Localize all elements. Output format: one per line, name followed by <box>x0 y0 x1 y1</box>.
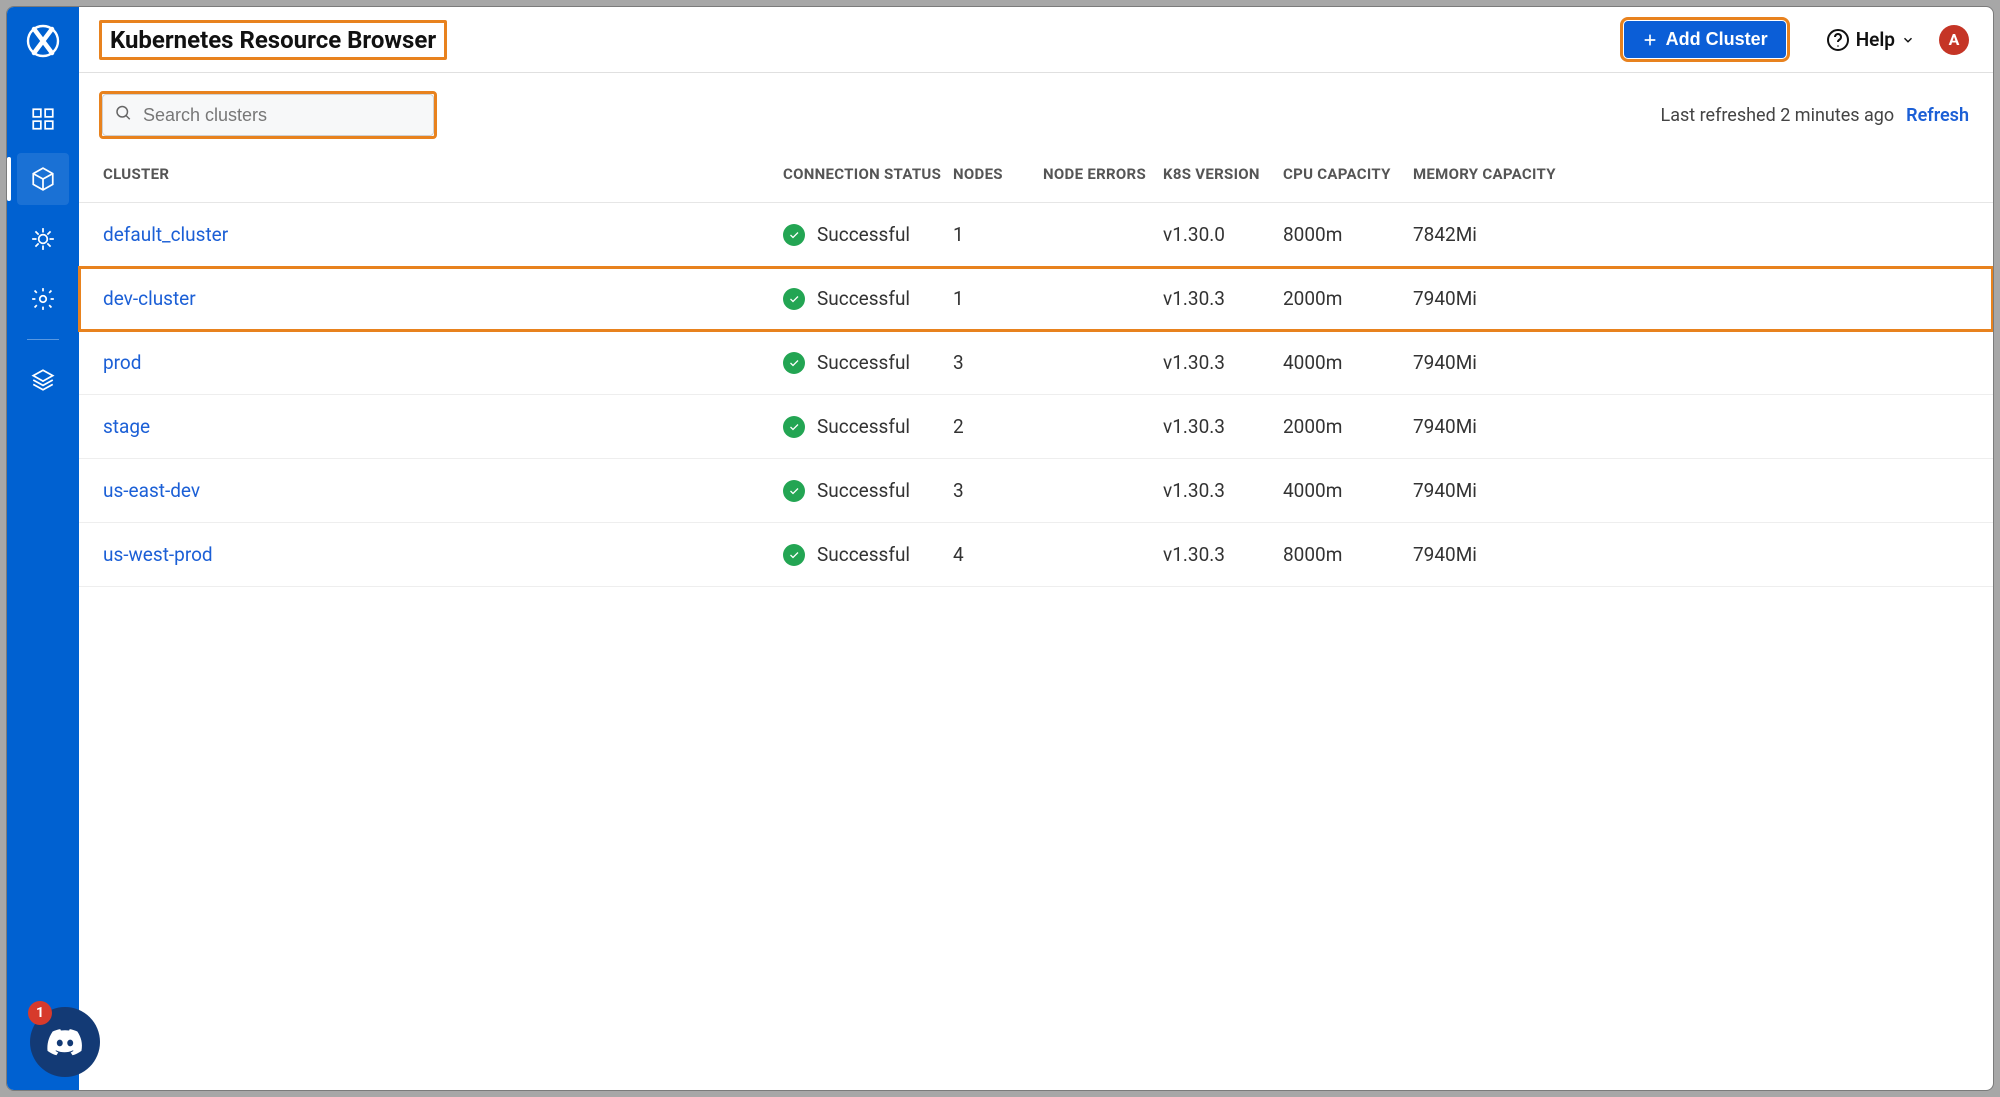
helm-icon <box>30 226 56 252</box>
status-cell: Successful <box>783 351 953 374</box>
notification-badge: 1 <box>28 1001 52 1025</box>
table-row: stage Successful 2 v1.30.3 2000m 7940Mi <box>79 395 1993 459</box>
cell-k8s-version: v1.30.3 <box>1163 415 1283 438</box>
cell-cpu-capacity: 8000m <box>1283 543 1413 566</box>
cell-memory-capacity: 7940Mi <box>1413 479 1563 502</box>
add-cluster-label: Add Cluster <box>1666 29 1768 50</box>
help-button[interactable]: Help <box>1826 28 1915 52</box>
help-circle-icon <box>1826 28 1850 52</box>
status-text: Successful <box>817 351 910 374</box>
cell-cpu-capacity: 2000m <box>1283 287 1413 310</box>
check-circle-icon <box>783 352 805 374</box>
add-cluster-button[interactable]: Add Cluster <box>1624 21 1786 58</box>
nav-stack[interactable] <box>17 354 69 406</box>
status-cell: Successful <box>783 543 953 566</box>
cluster-link[interactable]: dev-cluster <box>103 287 196 310</box>
discord-icon <box>46 1027 84 1057</box>
nav-dashboard[interactable] <box>17 93 69 145</box>
check-circle-icon <box>783 416 805 438</box>
table-row: us-west-prod Successful 4 v1.30.3 8000m … <box>79 523 1993 587</box>
discord-chat-bubble[interactable]: 1 <box>30 1007 100 1077</box>
cluster-link[interactable]: us-west-prod <box>103 543 213 566</box>
cube-icon <box>30 166 56 192</box>
cell-cpu-capacity: 2000m <box>1283 415 1413 438</box>
cluster-link[interactable]: default_cluster <box>103 223 228 246</box>
grid-icon <box>30 106 56 132</box>
col-node-errors: Node Errors <box>1043 165 1163 183</box>
cluster-link[interactable]: stage <box>103 415 150 438</box>
cell-nodes: 1 <box>953 287 1043 310</box>
cluster-link[interactable]: prod <box>103 351 141 374</box>
col-connection-status: Connection Status <box>783 165 953 183</box>
check-circle-icon <box>783 480 805 502</box>
avatar[interactable]: A <box>1939 25 1969 55</box>
cell-nodes: 3 <box>953 351 1043 374</box>
cell-memory-capacity: 7940Mi <box>1413 287 1563 310</box>
cell-memory-capacity: 7940Mi <box>1413 415 1563 438</box>
layers-icon <box>30 367 56 393</box>
col-cpu-capacity: CPU Capacity <box>1283 165 1413 183</box>
cluster-link[interactable]: us-east-dev <box>103 479 200 502</box>
cell-k8s-version: v1.30.3 <box>1163 543 1283 566</box>
col-k8s-version: K8s Version <box>1163 165 1283 183</box>
col-nodes: Nodes <box>953 165 1043 183</box>
plus-icon <box>1642 32 1658 48</box>
cell-nodes: 3 <box>953 479 1043 502</box>
status-text: Successful <box>817 223 910 246</box>
status-text: Successful <box>817 543 910 566</box>
table-row: dev-cluster Successful 1 v1.30.3 2000m 7… <box>79 267 1993 331</box>
gear-icon <box>30 286 56 312</box>
status-cell: Successful <box>783 223 953 246</box>
page-title: Kubernetes Resource Browser <box>99 20 447 60</box>
cell-cpu-capacity: 8000m <box>1283 223 1413 246</box>
chevron-down-icon <box>1901 33 1915 47</box>
app-logo-icon[interactable] <box>21 19 65 63</box>
search-input[interactable] <box>102 94 434 136</box>
cell-k8s-version: v1.30.3 <box>1163 479 1283 502</box>
status-text: Successful <box>817 287 910 310</box>
search-icon <box>114 104 132 127</box>
cell-memory-capacity: 7940Mi <box>1413 351 1563 374</box>
search-wrap <box>99 91 437 139</box>
cell-k8s-version: v1.30.0 <box>1163 223 1283 246</box>
table-row: default_cluster Successful 1 v1.30.0 800… <box>79 203 1993 267</box>
nav-helm[interactable] <box>17 213 69 265</box>
header: Kubernetes Resource Browser Add Cluster … <box>79 7 1993 73</box>
cell-cpu-capacity: 4000m <box>1283 479 1413 502</box>
help-label: Help <box>1856 28 1895 51</box>
status-cell: Successful <box>783 415 953 438</box>
nav-settings[interactable] <box>17 273 69 325</box>
status-text: Successful <box>817 415 910 438</box>
cell-cpu-capacity: 4000m <box>1283 351 1413 374</box>
refresh-link[interactable]: Refresh <box>1906 105 1969 126</box>
table-header: Cluster Connection Status Nodes Node Err… <box>79 145 1993 203</box>
status-text: Successful <box>817 479 910 502</box>
check-circle-icon <box>783 224 805 246</box>
sidebar-separator <box>27 339 59 340</box>
cell-k8s-version: v1.30.3 <box>1163 287 1283 310</box>
cell-memory-capacity: 7940Mi <box>1413 543 1563 566</box>
col-cluster: Cluster <box>103 165 783 183</box>
col-memory-capacity: Memory Capacity <box>1413 165 1563 183</box>
main-area: Kubernetes Resource Browser Add Cluster … <box>79 7 1993 1090</box>
check-circle-icon <box>783 544 805 566</box>
cell-nodes: 4 <box>953 543 1043 566</box>
status-cell: Successful <box>783 287 953 310</box>
check-circle-icon <box>783 288 805 310</box>
cell-nodes: 1 <box>953 223 1043 246</box>
nav-resource-browser[interactable] <box>17 153 69 205</box>
cell-nodes: 2 <box>953 415 1043 438</box>
last-refreshed-text: Last refreshed 2 minutes ago <box>1661 105 1895 126</box>
sidebar <box>7 7 79 1090</box>
table-row: prod Successful 3 v1.30.3 4000m 7940Mi <box>79 331 1993 395</box>
toolbar: Last refreshed 2 minutes ago Refresh <box>79 73 1993 145</box>
table-row: us-east-dev Successful 3 v1.30.3 4000m 7… <box>79 459 1993 523</box>
status-cell: Successful <box>783 479 953 502</box>
cell-k8s-version: v1.30.3 <box>1163 351 1283 374</box>
clusters-table: Cluster Connection Status Nodes Node Err… <box>79 145 1993 587</box>
cell-memory-capacity: 7842Mi <box>1413 223 1563 246</box>
